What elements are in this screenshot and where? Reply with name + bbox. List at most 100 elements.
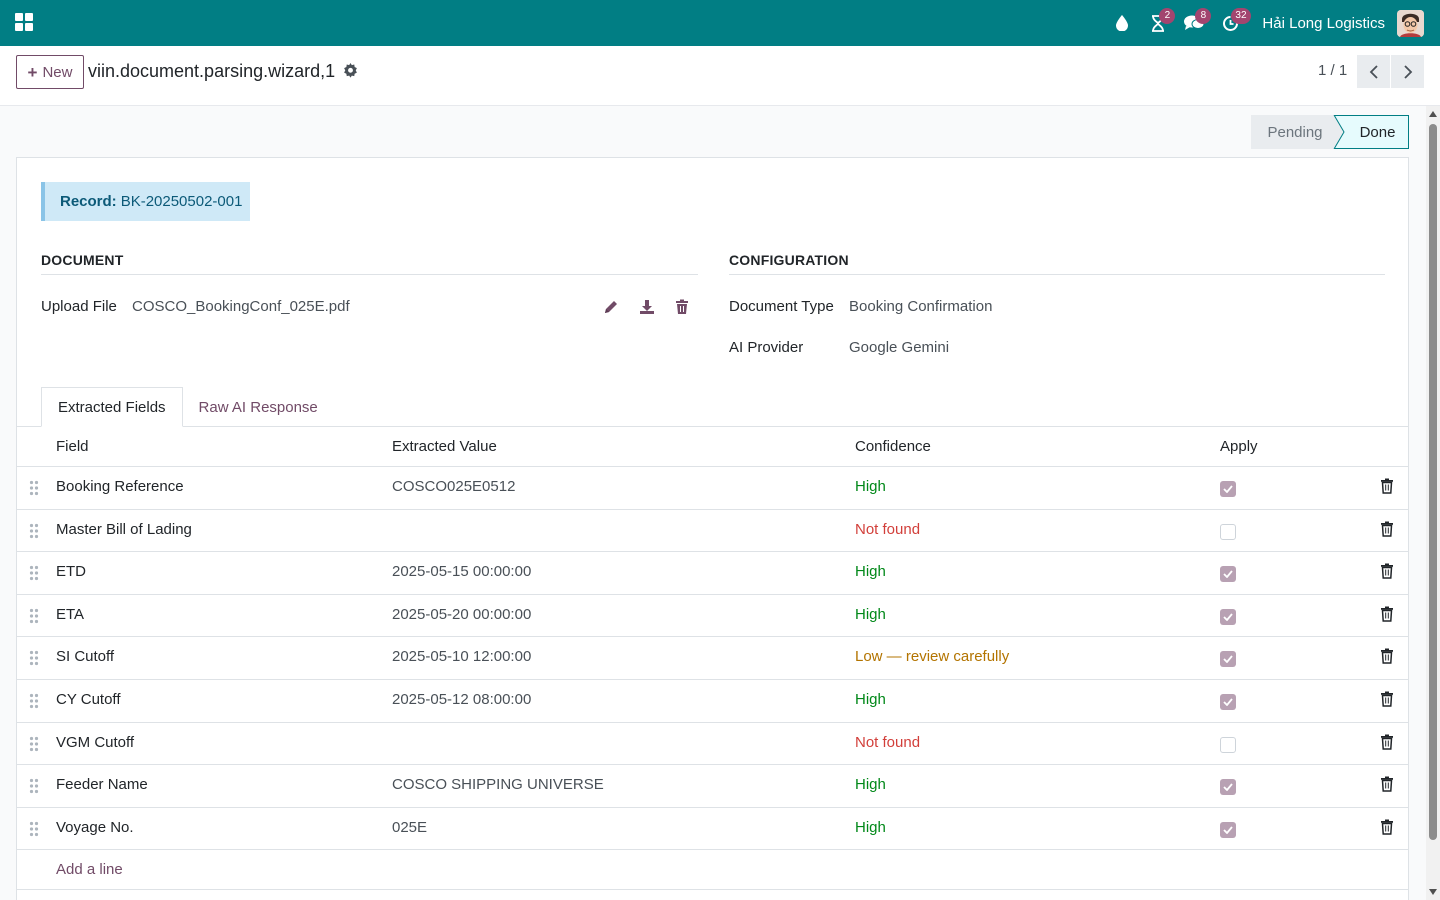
form-sheet: Record: BK-20250502-001 DOCUMENT CONFIGU… [16, 157, 1409, 900]
trash-icon[interactable] [1380, 819, 1394, 835]
cell-confidence: Not found [855, 733, 921, 751]
activity-hourglass-icon[interactable]: 2 [1140, 0, 1176, 46]
apply-checkbox[interactable] [1220, 651, 1236, 668]
messages-badge: 8 [1195, 8, 1212, 24]
cell-field[interactable]: Master Bill of Lading [56, 521, 192, 538]
cell-extracted-value[interactable]: 2025-05-20 00:00:00 [392, 606, 531, 623]
check-icon [1223, 485, 1233, 493]
top-navbar: 2 8 32 Hải Long Logistics [0, 0, 1440, 46]
apply-checkbox[interactable] [1220, 608, 1236, 625]
cell-extracted-value[interactable]: 2025-05-10 12:00:00 [392, 648, 531, 665]
table-row[interactable]: Voyage No. 025E High [17, 808, 1408, 851]
apply-checkbox[interactable] [1220, 481, 1236, 497]
table-row[interactable]: ETA 2025-05-20 00:00:00 High [17, 595, 1408, 638]
cell-field[interactable]: Booking Reference [56, 478, 184, 495]
column-header-extracted-value[interactable]: Extracted Value [392, 438, 497, 455]
apply-checkbox[interactable] [1220, 566, 1236, 583]
cell-field[interactable]: ETA [56, 606, 84, 623]
trash-icon[interactable] [1380, 734, 1394, 750]
scroll-thumb[interactable] [1429, 124, 1437, 840]
column-header-confidence[interactable]: Confidence [855, 438, 931, 455]
record-title: viin.document.parsing.wizard,1 [88, 61, 336, 81]
trash-icon[interactable] [1380, 606, 1394, 622]
drag-handle-icon[interactable] [29, 608, 39, 624]
control-panel: + New viin.document.parsing.wizard,1 1 /… [0, 46, 1440, 106]
column-header-field[interactable]: Field [56, 438, 89, 455]
pager-next-button[interactable] [1391, 55, 1424, 88]
table-row[interactable]: Booking Reference COSCO025E0512 High [17, 467, 1408, 510]
trash-icon[interactable] [1380, 691, 1394, 707]
ai-provider-label: AI Provider [729, 339, 804, 356]
pager-value[interactable]: 1 / 1 [1318, 62, 1347, 79]
cell-field[interactable]: Voyage No. [56, 819, 134, 836]
apps-menu-icon[interactable] [15, 13, 33, 31]
cell-extracted-value[interactable]: 2025-05-15 00:00:00 [392, 563, 531, 580]
new-button-label: New [42, 63, 73, 81]
activity-badge: 2 [1159, 8, 1176, 24]
cell-confidence: Low — review carefully [855, 648, 1010, 666]
cell-field[interactable]: SI Cutoff [56, 648, 114, 665]
trash-icon[interactable] [1380, 648, 1394, 665]
drag-handle-icon[interactable] [29, 565, 39, 581]
drag-handle-icon[interactable] [29, 523, 39, 539]
download-icon[interactable] [639, 299, 655, 315]
gear-icon[interactable] [343, 63, 358, 78]
page-scrollbar[interactable] [1426, 106, 1440, 900]
new-button[interactable]: + New [16, 55, 84, 89]
table-row[interactable]: VGM Cutoff Not found [17, 723, 1408, 766]
cell-extracted-value[interactable]: COSCO025E0512 [392, 478, 515, 495]
ai-provider-value[interactable]: Google Gemini [849, 339, 949, 356]
apply-checkbox[interactable] [1220, 821, 1236, 838]
cell-field[interactable]: ETD [56, 563, 86, 580]
apply-checkbox[interactable] [1220, 779, 1236, 796]
drag-handle-icon[interactable] [29, 821, 39, 837]
cell-field[interactable]: Feeder Name [56, 776, 148, 793]
column-header-apply[interactable]: Apply [1220, 438, 1258, 455]
drag-handle-icon[interactable] [29, 736, 39, 752]
timer-badge: 32 [1231, 8, 1251, 24]
cell-extracted-value[interactable]: 025E [392, 819, 427, 836]
check-icon [1223, 826, 1233, 834]
trash-icon[interactable] [1380, 563, 1394, 579]
drag-handle-icon[interactable] [29, 778, 39, 794]
notebook-tabs: Extracted Fields Raw AI Response [41, 387, 334, 427]
table-row[interactable]: ETD 2025-05-15 00:00:00 High [17, 552, 1408, 595]
check-icon [1223, 613, 1233, 621]
drag-handle-icon[interactable] [29, 693, 39, 709]
trash-icon[interactable] [1380, 478, 1394, 494]
drop-icon[interactable] [1104, 0, 1140, 46]
drag-handle-icon[interactable] [29, 480, 39, 496]
timer-clock-icon[interactable]: 32 [1212, 0, 1251, 46]
scroll-up-arrow-icon[interactable] [1429, 111, 1437, 117]
table-row[interactable]: Feeder Name COSCO SHIPPING UNIVERSE High [17, 765, 1408, 808]
stage-pending[interactable]: Pending [1251, 115, 1335, 149]
apply-checkbox[interactable] [1220, 693, 1236, 710]
table-row[interactable]: CY Cutoff 2025-05-12 08:00:00 High [17, 680, 1408, 723]
tab-raw-ai-response[interactable]: Raw AI Response [183, 387, 334, 427]
user-avatar[interactable] [1397, 9, 1424, 37]
apply-checkbox[interactable] [1220, 736, 1236, 753]
trash-icon[interactable] [674, 299, 690, 315]
check-icon [1223, 698, 1233, 706]
cell-field[interactable]: CY Cutoff [56, 691, 120, 708]
trash-icon[interactable] [1380, 776, 1394, 792]
plus-icon: + [27, 62, 38, 82]
scroll-down-arrow-icon[interactable] [1429, 889, 1437, 895]
pager-previous-button[interactable] [1357, 55, 1390, 88]
table-row[interactable]: Master Bill of Lading Not found [17, 510, 1408, 553]
edit-pencil-icon[interactable] [603, 299, 619, 315]
company-switcher[interactable]: Hải Long Logistics [1262, 15, 1385, 32]
cell-field[interactable]: VGM Cutoff [56, 734, 134, 751]
trash-icon[interactable] [1380, 521, 1394, 537]
upload-file-value[interactable]: COSCO_BookingConf_025E.pdf [132, 298, 350, 315]
cell-extracted-value[interactable]: 2025-05-12 08:00:00 [392, 691, 531, 708]
table-header: Field Extracted Value Confidence Apply [17, 427, 1408, 467]
document-type-value[interactable]: Booking Confirmation [849, 298, 992, 315]
add-line-link[interactable]: Add a line [56, 861, 123, 878]
drag-handle-icon[interactable] [29, 650, 39, 666]
cell-extracted-value[interactable]: COSCO SHIPPING UNIVERSE [392, 776, 604, 793]
apply-checkbox[interactable] [1220, 523, 1236, 540]
messages-chat-icon[interactable]: 8 [1176, 0, 1212, 46]
table-row[interactable]: SI Cutoff 2025-05-10 12:00:00 Low — review… [17, 637, 1408, 680]
tab-extracted-fields[interactable]: Extracted Fields [41, 387, 183, 427]
